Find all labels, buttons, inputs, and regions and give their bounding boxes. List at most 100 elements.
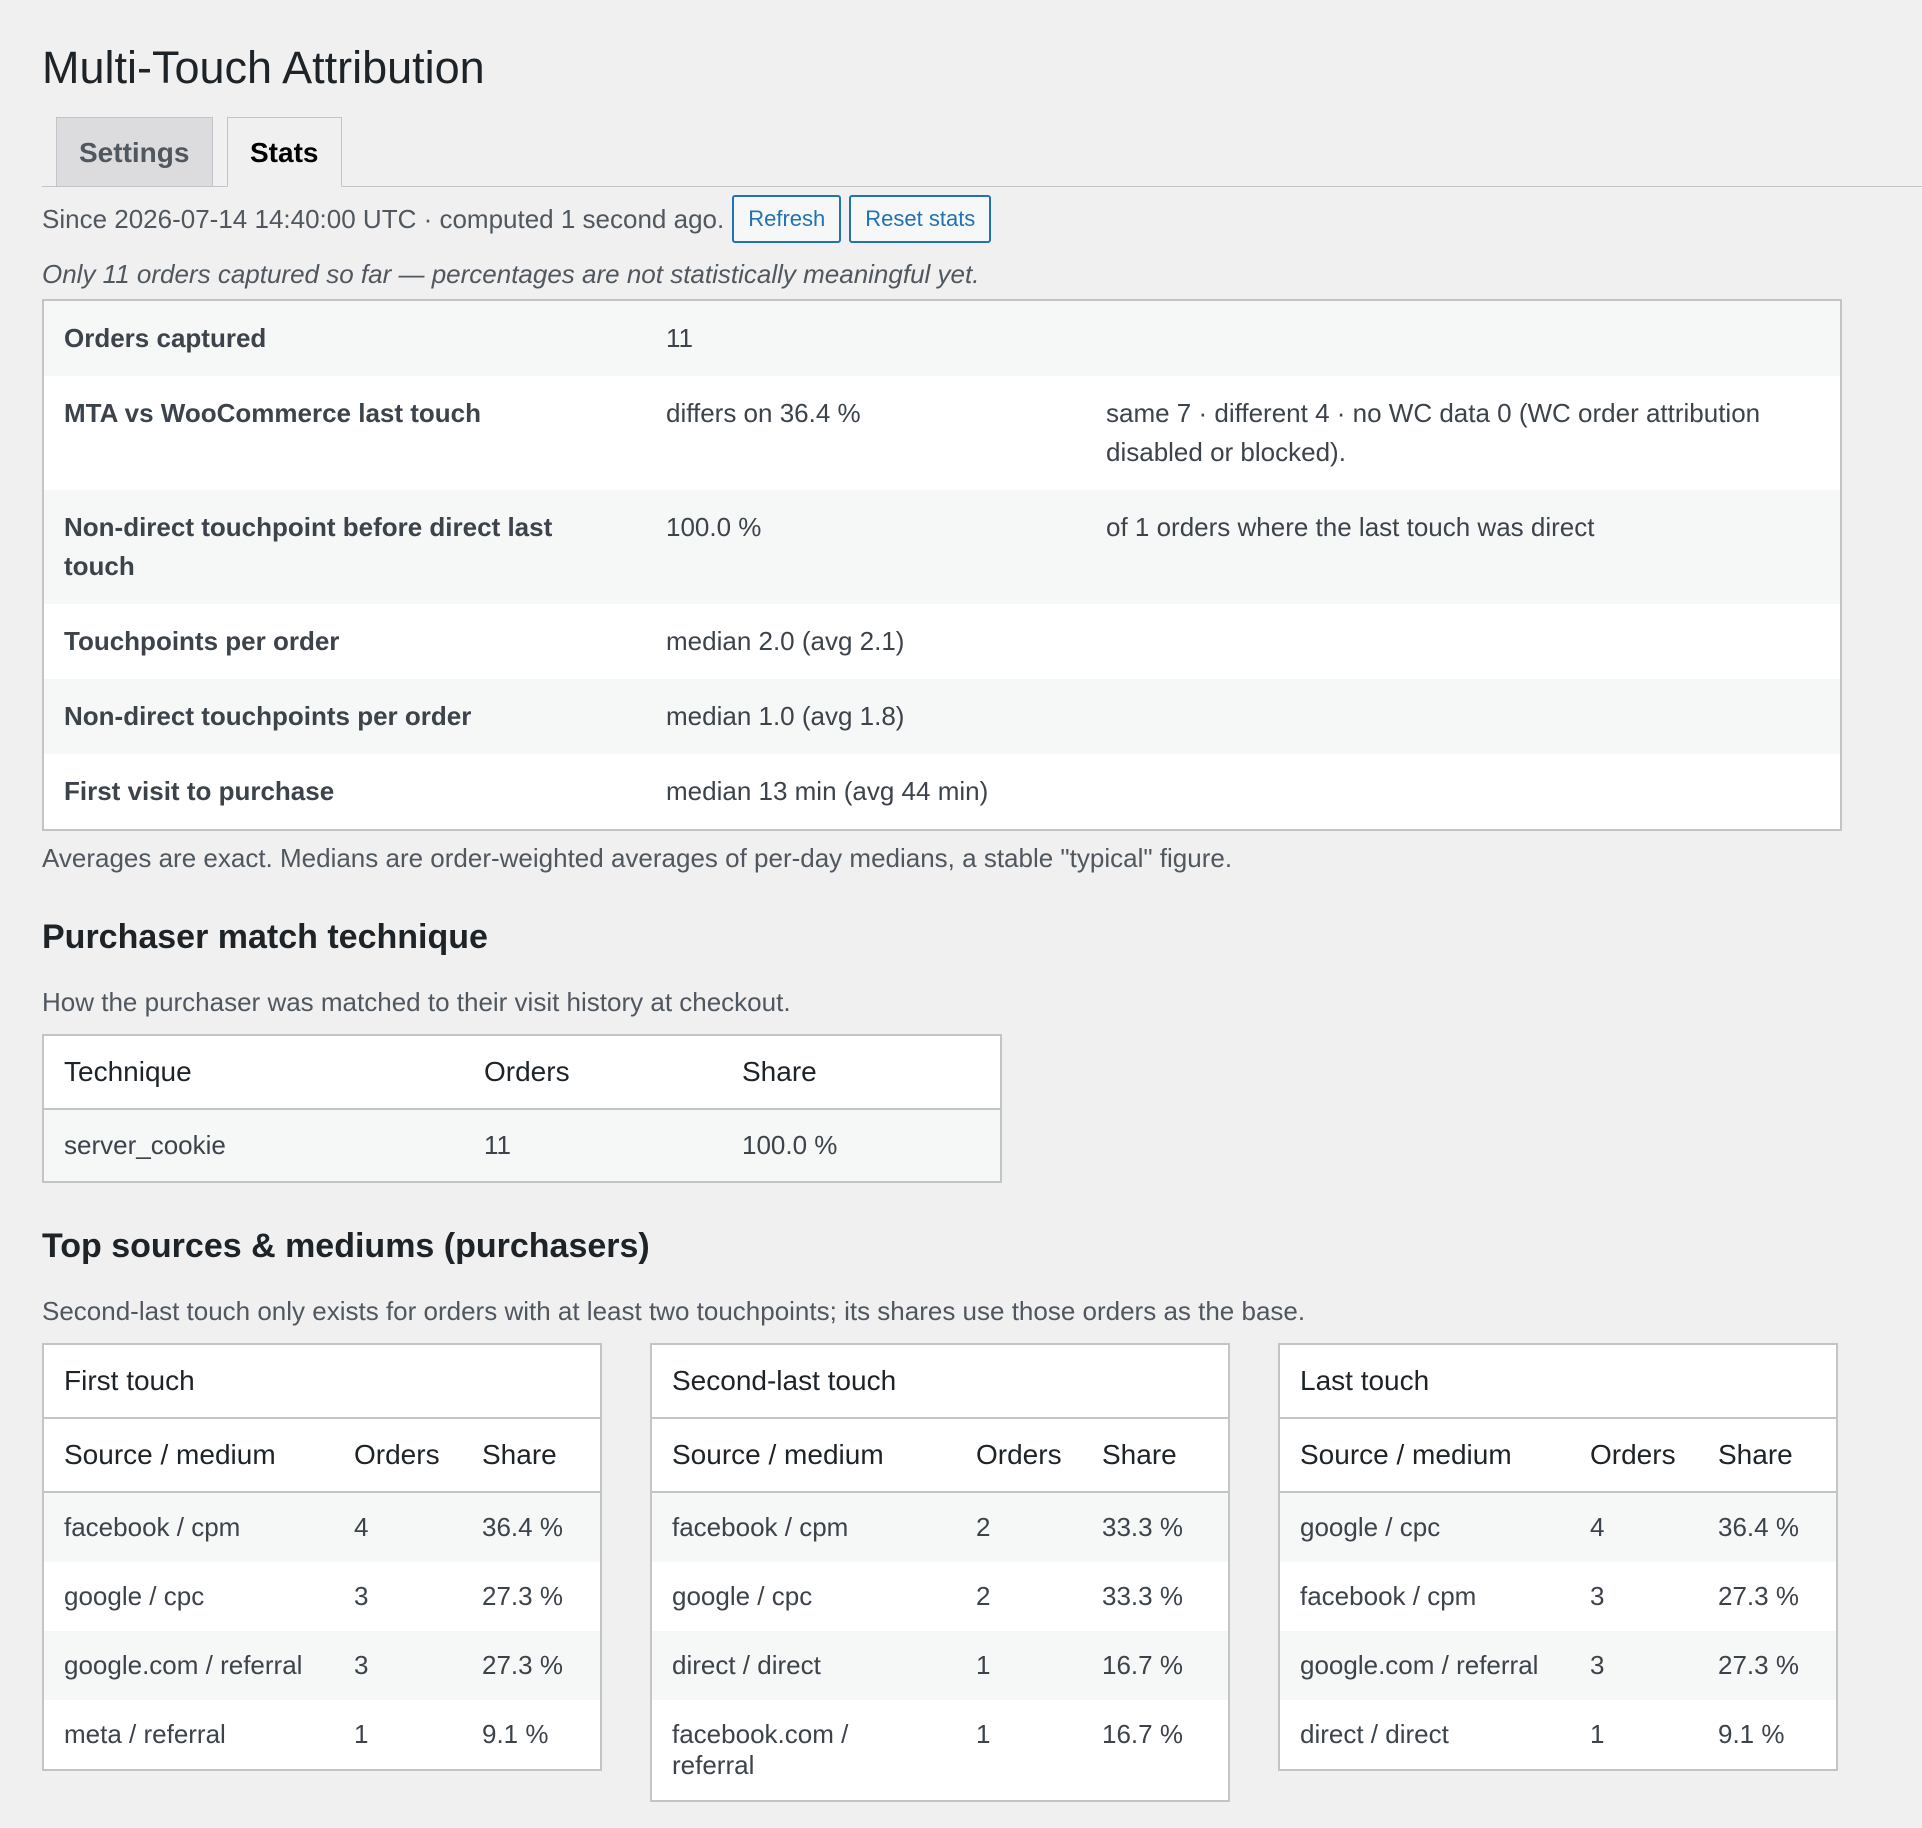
summary-label: Touchpoints per order [64,626,340,656]
summary-label: MTA vs WooCommerce last touch [64,398,482,428]
column-header: Share [462,1418,601,1493]
table-caption-row: First touch [43,1344,601,1419]
table-row: Non-direct touchpoints per order median … [43,679,1841,754]
table-caption: Last touch [1279,1344,1837,1419]
summary-footnote: Averages are exact. Medians are order-we… [42,843,1233,873]
summary-extra [1086,604,1841,679]
refresh-button[interactable]: Refresh [732,195,842,243]
table-cell: 9.1 % [1718,1719,1785,1749]
summary-extra: same 7 · different 4 · no WC data 0 (WC … [1106,398,1761,467]
table-row: direct / direct 1 9.1 % [1279,1700,1837,1770]
table-cell: google / cpc [1300,1512,1441,1542]
tab-settings[interactable]: Settings [56,117,213,187]
table-cell: google / cpc [64,1581,205,1611]
summary-label: First visit to purchase [64,776,335,806]
summary-extra: of 1 orders where the last touch was dir… [1106,512,1595,542]
summary-value: median 2.0 (avg 2.1) [666,626,905,656]
table-cell: 100.0 % [722,1109,1001,1182]
table-header-row: Source / medium Orders Share [1279,1418,1837,1493]
table-cell: 2 [976,1512,991,1542]
reset-stats-button[interactable]: Reset stats [849,195,992,243]
table-header-row: Technique Orders Share [43,1035,1001,1110]
table-row: server_cookie 11 100.0 % [43,1109,1001,1182]
table-cell: meta / referral [64,1719,226,1749]
table-caption-row: Last touch [1279,1344,1837,1419]
table-cell: 2 [976,1581,991,1611]
table-cell: server_cookie [43,1109,464,1182]
table-row: facebook / cpm 2 33.3 % [651,1492,1229,1562]
table-row: google.com / referral 3 27.3 % [1279,1631,1837,1700]
table-cell: google / cpc [672,1581,813,1611]
last-touch-panel: Last touch Source / medium Orders Share … [1278,1343,1838,1771]
touch-tables: First touch Source / medium Orders Share… [42,1343,1922,1802]
summary-value: median 13 min (avg 44 min) [666,776,989,806]
table-cell: 11 [464,1109,722,1182]
column-header: Technique [43,1035,464,1110]
table-cell: direct / direct [672,1650,821,1680]
column-header: Source / medium [43,1418,334,1493]
second-last-touch-panel: Second-last touch Source / medium Orders… [650,1343,1230,1802]
summary-extra [1086,754,1841,830]
table-cell: 1 [1590,1719,1605,1749]
table-caption: First touch [43,1344,601,1419]
table-cell: 27.3 % [1718,1581,1799,1611]
table-cell: 27.3 % [482,1650,563,1680]
tab-bar: Settings Stats [42,114,1922,187]
table-row: Orders captured 11 [43,300,1841,376]
sources-heading: Top sources & mediums (purchasers) [42,1227,650,1265]
table-cell: 3 [354,1650,369,1680]
summary-extra [1086,679,1841,754]
summary-value: median 1.0 (avg 1.8) [666,701,905,731]
summary-label: Orders captured [64,323,267,353]
first-touch-panel: First touch Source / medium Orders Share… [42,1343,602,1771]
column-header: Orders [956,1418,1082,1493]
table-row: google / cpc 2 33.3 % [651,1562,1229,1631]
summary-table: Orders captured 11 MTA vs WooCommerce la… [42,299,1842,831]
table-cell: 3 [354,1581,369,1611]
status-text: Since 2026-07-14 14:40:00 UTC · computed… [42,203,725,234]
match-table: Technique Orders Share server_cookie 11 … [42,1034,1002,1183]
table-cell: 33.3 % [1102,1581,1183,1611]
match-heading: Purchaser match technique [42,918,488,956]
table-caption: Second-last touch [651,1344,1229,1419]
match-description: How the purchaser was matched to their v… [42,987,791,1017]
table-cell: 1 [976,1719,991,1749]
table-cell: 27.3 % [482,1581,563,1611]
table-header-row: Source / medium Orders Share [43,1418,601,1493]
table-cell: google.com / referral [1300,1650,1539,1680]
column-header: Source / medium [1279,1418,1570,1493]
table-row: facebook / cpm 4 36.4 % [43,1492,601,1562]
table-header-row: Source / medium Orders Share [651,1418,1229,1493]
page-title: Multi-Touch Attribution [42,42,485,93]
table-cell: 36.4 % [1718,1512,1799,1542]
table-cell: 1 [354,1719,369,1749]
warning-note: Only 11 orders captured so far — percent… [42,259,980,289]
table-row: facebook.com / referral 1 16.7 % [651,1700,1229,1801]
table-cell: 9.1 % [482,1719,549,1749]
table-cell: 36.4 % [482,1512,563,1542]
column-header: Orders [464,1035,722,1110]
column-header: Share [1082,1418,1229,1493]
table-cell: facebook / cpm [64,1512,241,1542]
column-header: Source / medium [651,1418,956,1493]
tab-stats[interactable]: Stats [227,117,342,187]
sources-description: Second-last touch only exists for orders… [42,1296,1306,1326]
column-header: Share [722,1035,1001,1110]
table-caption-row: Second-last touch [651,1344,1229,1419]
summary-value: 100.0 % [666,512,762,542]
table-cell: facebook / cpm [672,1512,849,1542]
table-row: First visit to purchase median 13 min (a… [43,754,1841,830]
table-row: google / cpc 4 36.4 % [1279,1492,1837,1562]
table-cell: 3 [1590,1650,1605,1680]
table-row: Non-direct touchpoint before direct last… [43,490,1841,604]
table-row: Touchpoints per order median 2.0 (avg 2.… [43,604,1841,679]
table-cell: 33.3 % [1102,1512,1183,1542]
table-row: MTA vs WooCommerce last touch differs on… [43,376,1841,490]
column-header: Orders [334,1418,462,1493]
table-cell: 16.7 % [1102,1650,1183,1680]
table-cell: facebook.com / referral [672,1719,849,1780]
table-cell: facebook / cpm [1300,1581,1477,1611]
summary-value: 11 [666,323,693,353]
first-touch-table: First touch Source / medium Orders Share… [42,1343,602,1771]
table-cell: google.com / referral [64,1650,303,1680]
